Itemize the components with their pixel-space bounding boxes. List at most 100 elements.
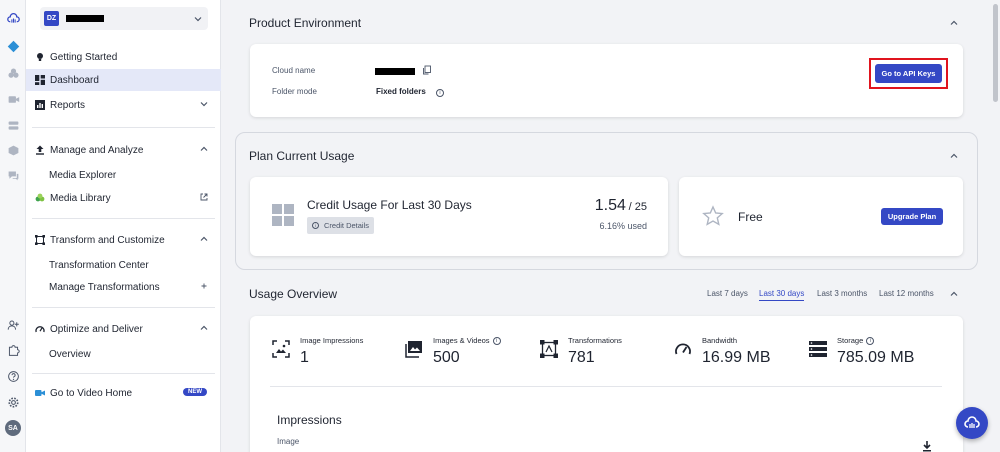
usage-overview-title: Usage Overview (249, 287, 338, 301)
nav-media-library[interactable]: Media Library (26, 187, 221, 209)
upgrade-plan-button[interactable]: Upgrade Plan (881, 208, 943, 225)
metric-label: Transformations (568, 336, 622, 345)
chevron-up-icon (199, 144, 209, 154)
lightbulb-icon (34, 52, 45, 63)
nav-media-explorer[interactable]: Media Explorer (26, 164, 221, 186)
speedometer-icon (675, 343, 691, 355)
cube-icon[interactable] (6, 143, 20, 157)
info-icon[interactable]: i (433, 86, 444, 97)
metric-value: 785.09 MB (837, 349, 915, 366)
nav-dashboard[interactable]: Dashboard (26, 69, 221, 91)
nav-getting-started[interactable]: Getting Started (26, 46, 221, 68)
metric-transformations: Transformations 781 (540, 336, 650, 370)
cloud-selector[interactable]: DZ (40, 7, 208, 30)
credit-usage-title: Credit Usage For Last 30 Days (307, 198, 472, 212)
collapse-chevron-icon[interactable] (949, 151, 959, 161)
metric-label: Images & Videos (433, 336, 490, 345)
plan-card: Free Upgrade Plan (679, 177, 963, 256)
add-user-icon[interactable] (6, 318, 20, 332)
download-icon[interactable] (922, 440, 932, 452)
divider (32, 218, 215, 219)
nav-label: Getting Started (50, 51, 118, 63)
cloud-name-label: Cloud name (272, 66, 316, 75)
nav-video-home[interactable]: Go to Video Home NEW (26, 382, 221, 404)
user-avatar[interactable]: SA (5, 420, 21, 436)
nav-manage-transformations[interactable]: Manage Transformations (26, 276, 221, 298)
settings-gear-icon[interactable] (6, 395, 20, 409)
nav-label: Transformation Center (49, 259, 149, 271)
info-icon[interactable]: i (866, 336, 875, 345)
video-icon[interactable] (6, 92, 20, 106)
page-scrollbar[interactable] (990, 0, 1000, 452)
range-tab-7-days[interactable]: Last 7 days (707, 289, 748, 298)
diamond-icon[interactable] (6, 39, 20, 53)
range-tab-3-months[interactable]: Last 3 months (817, 289, 867, 298)
plan-name: Free (738, 210, 763, 224)
info-circle-icon: i (312, 222, 319, 229)
nav-manage-analyze[interactable]: Manage and Analyze (26, 139, 221, 161)
transform-icon (540, 340, 558, 358)
go-to-api-keys-button[interactable]: Go to API Keys (875, 64, 942, 83)
redacted-cloud-name (66, 15, 104, 22)
transform-icon (34, 235, 45, 246)
icon-rail: SA (0, 0, 26, 452)
metric-label: Image Impressions (300, 336, 364, 345)
puzzle-icon[interactable] (6, 343, 20, 357)
divider (270, 386, 942, 387)
cloudinary-logo-icon[interactable] (6, 11, 20, 25)
nav-label: Manage and Analyze (50, 144, 144, 156)
plan-usage-title: Plan Current Usage (249, 149, 355, 163)
help-icon[interactable] (6, 369, 20, 383)
scrollbar-thumb[interactable] (993, 4, 998, 102)
video-camera-icon (34, 388, 45, 399)
credit-amount: 1.54 / 25 (595, 197, 647, 215)
nav-overview[interactable]: Overview (26, 343, 221, 365)
credit-percent: 6.16% used (599, 221, 647, 231)
nav-optimize-deliver[interactable]: Optimize and Deliver (26, 318, 221, 340)
collapse-chevron-icon[interactable] (949, 18, 959, 28)
gauge-icon (34, 324, 45, 335)
nav-label: Optimize and Deliver (50, 323, 143, 335)
info-icon[interactable]: i (492, 336, 501, 345)
product-environment-title: Product Environment (249, 16, 362, 30)
metric-label: Bandwidth (702, 336, 738, 345)
collapse-chevron-icon[interactable] (949, 289, 959, 299)
range-tab-12-months[interactable]: Last 12 months (879, 289, 934, 298)
storage-icon (809, 341, 827, 357)
main-content: Product Environment Cloud name Folder mo… (222, 0, 990, 452)
bar-chart-icon (34, 100, 45, 111)
metric-images-videos: Images & Videos i 500 (405, 336, 515, 370)
divider (32, 373, 215, 374)
floating-help-button[interactable] (956, 407, 988, 439)
credit-usage-card: Credit Usage For Last 30 Days i Credit D… (250, 177, 668, 256)
layers-icon[interactable] (6, 118, 20, 132)
metric-value: 500 (433, 349, 460, 366)
upload-icon (34, 145, 45, 156)
cloud-initials-badge: DZ (44, 11, 59, 26)
image-frame-icon (272, 340, 290, 358)
chat-icon[interactable] (6, 168, 20, 182)
nav-reports[interactable]: Reports (26, 94, 221, 116)
plus-icon (199, 281, 209, 291)
nav-transformation-center[interactable]: Transformation Center (26, 254, 221, 276)
folder-mode-value: Fixed folders (376, 87, 426, 96)
nav-label: Manage Transformations (49, 281, 160, 293)
folder-mode-label: Folder mode (272, 87, 317, 96)
copy-icon[interactable] (422, 65, 432, 75)
chevron-down-icon (199, 99, 209, 109)
metric-label: Storage (837, 336, 864, 345)
dashboard-icon (34, 75, 45, 86)
chevron-up-icon (199, 234, 209, 244)
credit-used: 1.54 (594, 197, 626, 214)
nav-label: Media Library (50, 192, 111, 204)
nav-transform-customize[interactable]: Transform and Customize (26, 229, 221, 251)
nav-label: Dashboard (50, 74, 99, 86)
media-library-icon (34, 193, 45, 204)
credit-details-button[interactable]: i Credit Details (307, 217, 375, 234)
grid-icon (272, 204, 294, 226)
new-badge: NEW (183, 388, 207, 396)
metric-value: 1 (300, 349, 309, 366)
assets-icon[interactable] (6, 66, 20, 80)
range-tab-30-days[interactable]: Last 30 days (759, 289, 805, 301)
credit-details-label: Credit Details (324, 221, 370, 230)
